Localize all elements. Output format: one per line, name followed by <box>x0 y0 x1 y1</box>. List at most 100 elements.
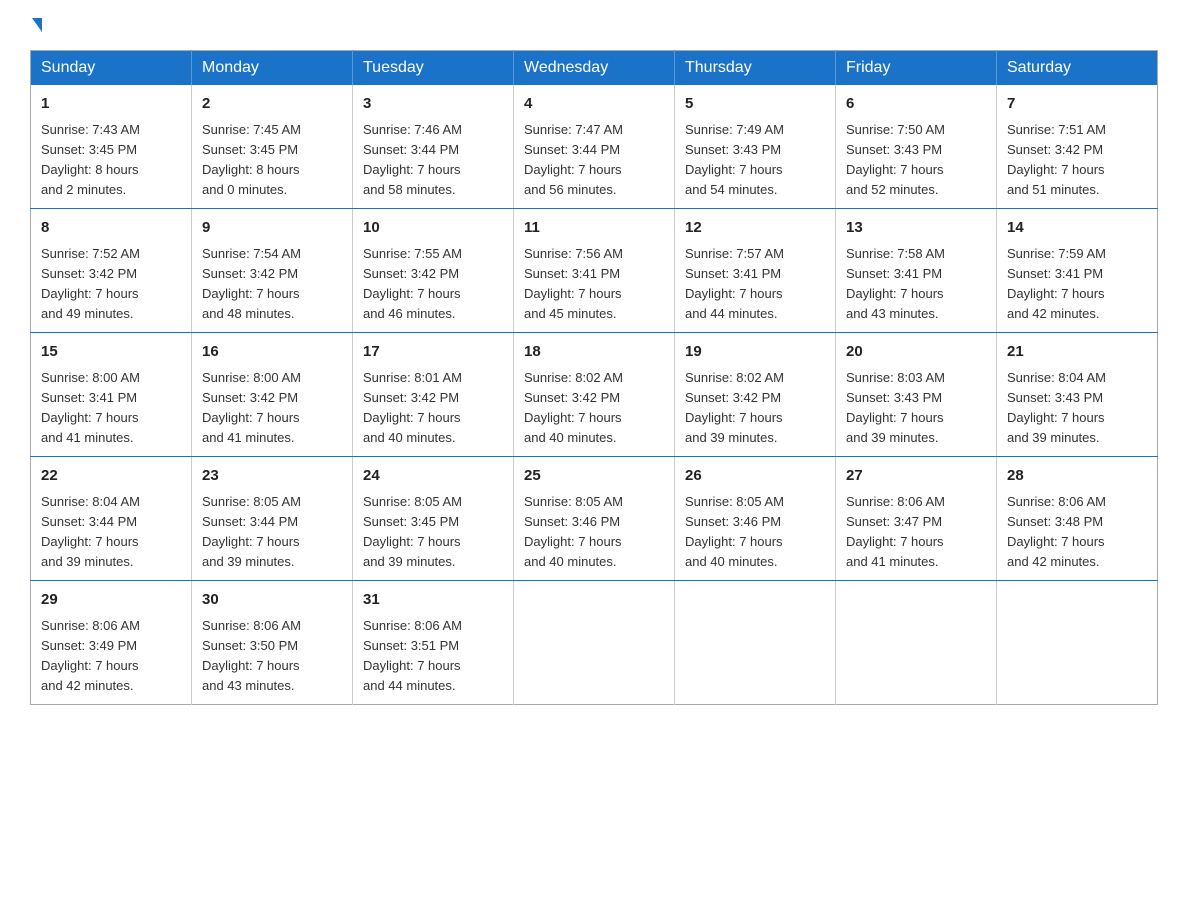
table-row: 7 Sunrise: 7:51 AMSunset: 3:42 PMDayligh… <box>997 85 1158 209</box>
table-row: 10 Sunrise: 7:55 AMSunset: 3:42 PMDaylig… <box>353 209 514 333</box>
table-row: 8 Sunrise: 7:52 AMSunset: 3:42 PMDayligh… <box>31 209 192 333</box>
table-row: 13 Sunrise: 7:58 AMSunset: 3:41 PMDaylig… <box>836 209 997 333</box>
weekday-header-row: Sunday Monday Tuesday Wednesday Thursday… <box>31 51 1158 86</box>
day-info: Sunrise: 8:02 AMSunset: 3:42 PMDaylight:… <box>524 370 623 445</box>
day-number: 21 <box>1007 341 1147 364</box>
day-number: 13 <box>846 217 986 240</box>
day-info: Sunrise: 7:46 AMSunset: 3:44 PMDaylight:… <box>363 122 462 197</box>
day-info: Sunrise: 7:49 AMSunset: 3:43 PMDaylight:… <box>685 122 784 197</box>
table-row: 28 Sunrise: 8:06 AMSunset: 3:48 PMDaylig… <box>997 457 1158 581</box>
day-number: 17 <box>363 341 503 364</box>
table-row: 6 Sunrise: 7:50 AMSunset: 3:43 PMDayligh… <box>836 85 997 209</box>
day-info: Sunrise: 7:52 AMSunset: 3:42 PMDaylight:… <box>41 246 140 321</box>
day-info: Sunrise: 7:45 AMSunset: 3:45 PMDaylight:… <box>202 122 301 197</box>
day-info: Sunrise: 7:56 AMSunset: 3:41 PMDaylight:… <box>524 246 623 321</box>
day-number: 16 <box>202 341 342 364</box>
day-number: 11 <box>524 217 664 240</box>
day-info: Sunrise: 7:57 AMSunset: 3:41 PMDaylight:… <box>685 246 784 321</box>
header-friday: Friday <box>836 51 997 86</box>
table-row: 2 Sunrise: 7:45 AMSunset: 3:45 PMDayligh… <box>192 85 353 209</box>
table-row: 26 Sunrise: 8:05 AMSunset: 3:46 PMDaylig… <box>675 457 836 581</box>
day-number: 12 <box>685 217 825 240</box>
day-info: Sunrise: 7:47 AMSunset: 3:44 PMDaylight:… <box>524 122 623 197</box>
table-row: 29 Sunrise: 8:06 AMSunset: 3:49 PMDaylig… <box>31 581 192 705</box>
day-number: 2 <box>202 93 342 116</box>
day-info: Sunrise: 8:06 AMSunset: 3:50 PMDaylight:… <box>202 618 301 693</box>
table-row: 15 Sunrise: 8:00 AMSunset: 3:41 PMDaylig… <box>31 333 192 457</box>
header-saturday: Saturday <box>997 51 1158 86</box>
table-row: 24 Sunrise: 8:05 AMSunset: 3:45 PMDaylig… <box>353 457 514 581</box>
day-info: Sunrise: 8:01 AMSunset: 3:42 PMDaylight:… <box>363 370 462 445</box>
day-number: 8 <box>41 217 181 240</box>
day-number: 18 <box>524 341 664 364</box>
day-info: Sunrise: 7:59 AMSunset: 3:41 PMDaylight:… <box>1007 246 1106 321</box>
day-number: 5 <box>685 93 825 116</box>
table-row: 20 Sunrise: 8:03 AMSunset: 3:43 PMDaylig… <box>836 333 997 457</box>
logo-arrow-icon <box>32 18 42 32</box>
day-number: 7 <box>1007 93 1147 116</box>
table-row: 16 Sunrise: 8:00 AMSunset: 3:42 PMDaylig… <box>192 333 353 457</box>
day-number: 19 <box>685 341 825 364</box>
day-number: 1 <box>41 93 181 116</box>
day-info: Sunrise: 8:00 AMSunset: 3:41 PMDaylight:… <box>41 370 140 445</box>
header <box>30 20 1158 34</box>
calendar-week-row: 8 Sunrise: 7:52 AMSunset: 3:42 PMDayligh… <box>31 209 1158 333</box>
table-row: 30 Sunrise: 8:06 AMSunset: 3:50 PMDaylig… <box>192 581 353 705</box>
day-info: Sunrise: 7:55 AMSunset: 3:42 PMDaylight:… <box>363 246 462 321</box>
table-row: 18 Sunrise: 8:02 AMSunset: 3:42 PMDaylig… <box>514 333 675 457</box>
calendar-week-row: 1 Sunrise: 7:43 AMSunset: 3:45 PMDayligh… <box>31 85 1158 209</box>
day-info: Sunrise: 8:05 AMSunset: 3:45 PMDaylight:… <box>363 494 462 569</box>
day-number: 4 <box>524 93 664 116</box>
table-row: 17 Sunrise: 8:01 AMSunset: 3:42 PMDaylig… <box>353 333 514 457</box>
table-row: 1 Sunrise: 7:43 AMSunset: 3:45 PMDayligh… <box>31 85 192 209</box>
day-number: 25 <box>524 465 664 488</box>
table-row: 21 Sunrise: 8:04 AMSunset: 3:43 PMDaylig… <box>997 333 1158 457</box>
table-row <box>514 581 675 705</box>
day-info: Sunrise: 8:00 AMSunset: 3:42 PMDaylight:… <box>202 370 301 445</box>
table-row <box>675 581 836 705</box>
day-info: Sunrise: 8:06 AMSunset: 3:49 PMDaylight:… <box>41 618 140 693</box>
day-info: Sunrise: 8:06 AMSunset: 3:48 PMDaylight:… <box>1007 494 1106 569</box>
day-number: 3 <box>363 93 503 116</box>
day-info: Sunrise: 8:06 AMSunset: 3:51 PMDaylight:… <box>363 618 462 693</box>
table-row: 12 Sunrise: 7:57 AMSunset: 3:41 PMDaylig… <box>675 209 836 333</box>
logo <box>30 20 42 34</box>
table-row: 27 Sunrise: 8:06 AMSunset: 3:47 PMDaylig… <box>836 457 997 581</box>
header-wednesday: Wednesday <box>514 51 675 86</box>
day-number: 26 <box>685 465 825 488</box>
day-info: Sunrise: 7:51 AMSunset: 3:42 PMDaylight:… <box>1007 122 1106 197</box>
day-info: Sunrise: 7:43 AMSunset: 3:45 PMDaylight:… <box>41 122 140 197</box>
day-number: 10 <box>363 217 503 240</box>
header-tuesday: Tuesday <box>353 51 514 86</box>
header-sunday: Sunday <box>31 51 192 86</box>
day-info: Sunrise: 7:58 AMSunset: 3:41 PMDaylight:… <box>846 246 945 321</box>
day-number: 29 <box>41 589 181 612</box>
day-info: Sunrise: 8:04 AMSunset: 3:44 PMDaylight:… <box>41 494 140 569</box>
day-number: 22 <box>41 465 181 488</box>
calendar-week-row: 15 Sunrise: 8:00 AMSunset: 3:41 PMDaylig… <box>31 333 1158 457</box>
table-row: 4 Sunrise: 7:47 AMSunset: 3:44 PMDayligh… <box>514 85 675 209</box>
day-number: 28 <box>1007 465 1147 488</box>
day-info: Sunrise: 7:50 AMSunset: 3:43 PMDaylight:… <box>846 122 945 197</box>
header-thursday: Thursday <box>675 51 836 86</box>
day-number: 9 <box>202 217 342 240</box>
day-info: Sunrise: 8:03 AMSunset: 3:43 PMDaylight:… <box>846 370 945 445</box>
day-number: 31 <box>363 589 503 612</box>
day-info: Sunrise: 8:05 AMSunset: 3:44 PMDaylight:… <box>202 494 301 569</box>
day-info: Sunrise: 8:05 AMSunset: 3:46 PMDaylight:… <box>524 494 623 569</box>
table-row: 25 Sunrise: 8:05 AMSunset: 3:46 PMDaylig… <box>514 457 675 581</box>
table-row <box>997 581 1158 705</box>
table-row: 14 Sunrise: 7:59 AMSunset: 3:41 PMDaylig… <box>997 209 1158 333</box>
table-row: 5 Sunrise: 7:49 AMSunset: 3:43 PMDayligh… <box>675 85 836 209</box>
table-row <box>836 581 997 705</box>
day-number: 27 <box>846 465 986 488</box>
calendar-week-row: 29 Sunrise: 8:06 AMSunset: 3:49 PMDaylig… <box>31 581 1158 705</box>
table-row: 23 Sunrise: 8:05 AMSunset: 3:44 PMDaylig… <box>192 457 353 581</box>
calendar-table: Sunday Monday Tuesday Wednesday Thursday… <box>30 50 1158 705</box>
day-number: 20 <box>846 341 986 364</box>
calendar-week-row: 22 Sunrise: 8:04 AMSunset: 3:44 PMDaylig… <box>31 457 1158 581</box>
table-row: 19 Sunrise: 8:02 AMSunset: 3:42 PMDaylig… <box>675 333 836 457</box>
table-row: 22 Sunrise: 8:04 AMSunset: 3:44 PMDaylig… <box>31 457 192 581</box>
table-row: 31 Sunrise: 8:06 AMSunset: 3:51 PMDaylig… <box>353 581 514 705</box>
day-number: 14 <box>1007 217 1147 240</box>
